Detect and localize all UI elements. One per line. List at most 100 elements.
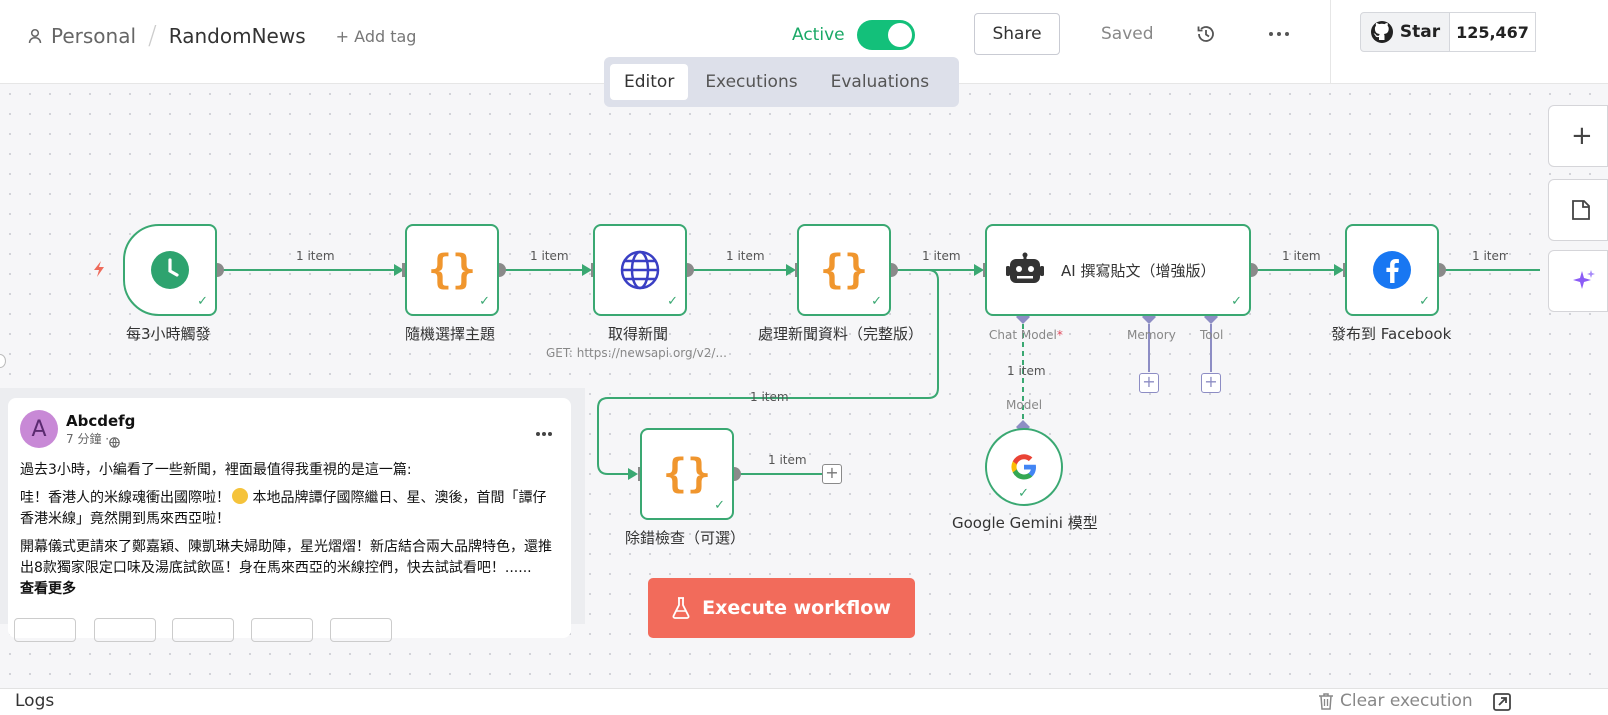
connection-label: 1 item <box>530 249 569 263</box>
sticky-note-icon <box>1571 199 1591 221</box>
clear-execution-button[interactable]: Clear execution <box>1318 691 1473 711</box>
breadcrumb-separator: / <box>148 21 157 51</box>
avatar: A <box>20 410 58 448</box>
success-check-icon: ✓ <box>197 294 208 309</box>
active-label: Active <box>792 25 845 45</box>
node-label: 處理新聞資料（完整版） <box>758 325 924 343</box>
breadcrumb: Personal / RandomNews + Add tag <box>28 21 417 51</box>
success-check-icon: ✓ <box>1018 486 1029 501</box>
braces-icon: {} <box>662 451 712 497</box>
success-check-icon: ✓ <box>479 294 490 309</box>
logs-bar[interactable]: Logs Clear execution <box>0 688 1608 715</box>
node-fetch-news[interactable]: ✓ <box>593 224 687 316</box>
post-paragraph: 過去3小時，小編看了一些新聞，裡面最值得我重視的是這一篇: <box>20 462 412 478</box>
node-label: Google Gemini 模型 <box>952 514 1098 532</box>
post-card: A Abcdefg 7 分鐘 · 過去3小時，小編看了一些新聞，裡面最值得我重視… <box>8 398 571 638</box>
add-tool-button[interactable]: + <box>1201 373 1221 393</box>
connection-label: 1 item <box>1282 249 1321 263</box>
node-random-topic[interactable]: {} ✓ <box>405 224 499 316</box>
node-label: 取得新聞 <box>608 325 669 343</box>
sparkle-icon <box>1571 268 1597 294</box>
star-label: Star <box>1399 22 1441 42</box>
node-label: 每3小時觸發 <box>126 325 211 343</box>
flask-icon <box>672 597 690 619</box>
memory-label: Memory <box>1127 328 1176 342</box>
braces-icon: {} <box>427 247 477 293</box>
post-more-icon[interactable] <box>535 422 553 436</box>
success-check-icon: ✓ <box>1231 294 1242 309</box>
github-star-button[interactable]: Star <box>1360 12 1450 52</box>
saved-label: Saved <box>1101 24 1154 44</box>
facebook-icon <box>1372 250 1412 290</box>
active-toggle[interactable] <box>856 20 915 50</box>
execute-label: Execute workflow <box>702 597 891 619</box>
workflow-name[interactable]: RandomNews <box>169 24 306 48</box>
tab-editor[interactable]: Editor <box>610 64 689 100</box>
tab-executions[interactable]: Executions <box>688 64 814 100</box>
tool-label: Tool <box>1200 328 1224 342</box>
globe-small-icon <box>109 433 120 448</box>
chat-model-label: Chat Model* <box>989 328 1063 342</box>
node-label: AI 撰寫貼文（增強版） <box>1061 261 1216 280</box>
node-ai-writer[interactable]: AI 撰寫貼文（增強版） ✓ <box>985 224 1251 316</box>
success-check-icon: ✓ <box>1419 294 1430 309</box>
node-gemini-model[interactable]: ✓ <box>985 428 1063 506</box>
node-label: 隨機選擇主題 <box>405 325 496 343</box>
success-check-icon: ✓ <box>714 498 725 513</box>
plus-icon: + <box>1571 121 1593 151</box>
connection-label: 1 item <box>296 249 335 263</box>
project-link[interactable]: Personal <box>51 24 136 48</box>
ai-assistant-button[interactable] <box>1548 250 1608 312</box>
node-schedule-trigger[interactable]: ✓ <box>123 224 217 316</box>
workflow-canvas[interactable]: 1 item 1 item 1 item 1 item 1 item 1 ite… <box>0 84 1608 692</box>
add-node-panel-button[interactable]: + <box>1548 105 1608 167</box>
trash-icon <box>1318 692 1334 710</box>
star-count[interactable]: 125,467 <box>1450 12 1536 52</box>
add-memory-button[interactable]: + <box>1139 373 1159 393</box>
reaction-buttons-strip <box>14 618 554 642</box>
globe-icon <box>620 250 660 290</box>
user-icon <box>28 28 42 44</box>
clock-icon <box>151 251 189 289</box>
connection-label: 1 item <box>726 249 765 263</box>
view-tabs: Editor Executions Evaluations <box>604 57 959 107</box>
node-process-news[interactable]: {} ✓ <box>797 224 891 316</box>
robot-icon <box>1005 252 1045 288</box>
active-toggle-group: Active <box>792 19 915 51</box>
node-debug-check[interactable]: {} ✓ <box>640 428 734 520</box>
post-time: 7 分鐘 · <box>66 431 110 446</box>
add-tag-button[interactable]: + Add tag <box>336 27 417 46</box>
connection-label: 1 item <box>1007 364 1046 378</box>
add-node-button[interactable]: + <box>822 464 842 484</box>
github-icon <box>1370 20 1394 44</box>
tab-evaluations[interactable]: Evaluations <box>815 64 946 100</box>
clear-execution-label: Clear execution <box>1340 691 1473 711</box>
header-divider <box>1330 0 1331 84</box>
see-more-link[interactable]: 查看更多 <box>20 579 559 600</box>
success-check-icon: ✓ <box>871 294 882 309</box>
logs-title: Logs <box>15 691 55 711</box>
connection-label: 1 item <box>768 453 807 467</box>
saved-status: Saved <box>1101 22 1154 46</box>
node-subtitle: GET: https://newsapi.org/v2/... <box>546 346 727 360</box>
post-preview-panel: A Abcdefg 7 分鐘 · 過去3小時，小編看了一些新聞，裡面最值得我重視… <box>0 388 585 642</box>
connection-label: 1 item <box>750 390 789 404</box>
popout-icon[interactable] <box>1493 693 1511 711</box>
connection-label: 1 item <box>922 249 961 263</box>
star-count-label: 125,467 <box>1456 22 1529 42</box>
google-icon <box>1010 453 1038 481</box>
sticky-note-button[interactable] <box>1548 179 1608 241</box>
node-post-facebook[interactable]: ✓ <box>1345 224 1439 316</box>
share-label: Share <box>992 24 1042 44</box>
braces-icon: {} <box>819 247 869 293</box>
connection-label: 1 item <box>1472 249 1508 263</box>
success-check-icon: ✓ <box>667 294 678 309</box>
more-icon[interactable] <box>1268 25 1290 43</box>
emoji-icon <box>232 488 248 504</box>
post-author[interactable]: Abcdefg <box>66 412 135 430</box>
execute-workflow-button[interactable]: Execute workflow <box>648 578 915 638</box>
share-button[interactable]: Share <box>974 13 1060 55</box>
history-icon[interactable] <box>1195 23 1217 45</box>
node-label: 發布到 Facebook <box>1331 325 1452 343</box>
post-paragraph: 哇！香港人的米線魂衝出國際啦！ 本地品牌譚仔國際繼日、星、澳後，首間「譚仔香港米… <box>20 488 547 527</box>
